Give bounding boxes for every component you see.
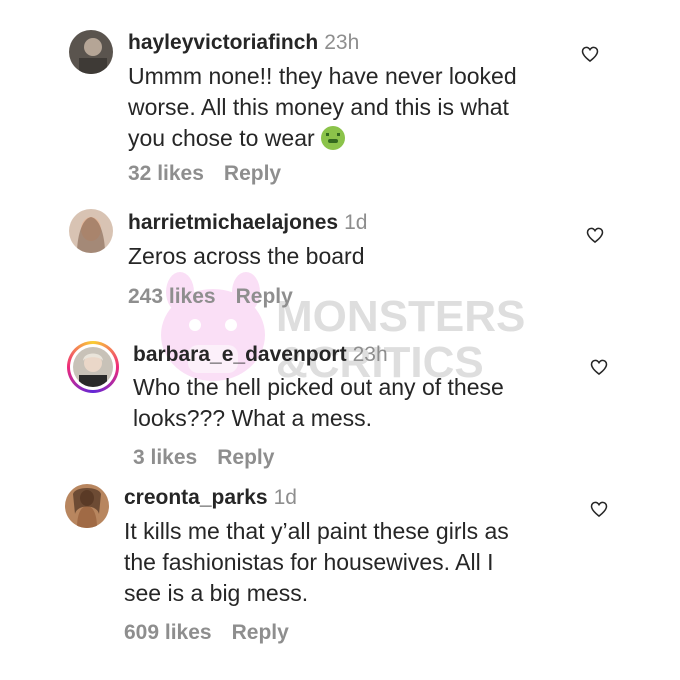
comment-meta: 3 likes Reply [133, 445, 274, 471]
timestamp: 1d [273, 486, 297, 509]
likes-count[interactable]: 3 likes [133, 446, 197, 469]
comment-line: Zeros across the board [128, 243, 365, 269]
comment-text: Ummm none!! they have never looked worse… [128, 61, 517, 154]
comment-text: Zeros across the board [128, 241, 365, 272]
likes-count[interactable]: 609 likes [124, 621, 212, 644]
comment-line: It kills me that y’all paint these girls… [124, 518, 509, 544]
username-link[interactable]: creonta_parks [124, 486, 268, 509]
reply-button[interactable]: Reply [236, 285, 293, 308]
comment-line: Ummm none!! they have never looked [128, 63, 517, 89]
timestamp: 1d [344, 211, 368, 234]
timestamp: 23h [324, 31, 360, 54]
avatar-photo [73, 347, 113, 387]
heart-outline-icon[interactable] [585, 225, 605, 245]
comment-meta: 32 likes Reply [128, 161, 281, 187]
avatar[interactable] [69, 30, 113, 74]
timestamp: 23h [352, 343, 388, 366]
avatar [73, 347, 113, 387]
avatar-photo [69, 209, 113, 253]
avatar[interactable] [69, 209, 113, 253]
heart-outline-icon[interactable] [589, 499, 609, 519]
reply-button[interactable]: Reply [217, 446, 274, 469]
comment-header: creonta_parks 1d [124, 485, 297, 511]
comment-line: worse. All this money and this is what [128, 94, 509, 120]
comment-text: Who the hell picked out any of these loo… [133, 372, 504, 434]
comment-line: Who the hell picked out any of these [133, 374, 504, 400]
avatar[interactable] [65, 484, 109, 528]
comment-meta: 609 likes Reply [124, 620, 289, 646]
heart-outline-icon[interactable] [580, 44, 600, 64]
avatar-photo [65, 484, 109, 528]
watermark-line1: MONSTERS [276, 292, 525, 341]
avatar-story-ring[interactable] [67, 341, 119, 393]
comment-line: see is a big mess. [124, 580, 309, 606]
username-link[interactable]: barbara_e_davenport [133, 343, 347, 366]
username-link[interactable]: harrietmichaelajones [128, 211, 338, 234]
likes-count[interactable]: 243 likes [128, 285, 216, 308]
comment-line: you chose to wear [128, 125, 315, 151]
comment-text: It kills me that y’all paint these girls… [124, 516, 509, 609]
comment-header: harrietmichaelajones 1d [128, 210, 367, 236]
username-link[interactable]: hayleyvictoriafinch [128, 31, 318, 54]
heart-outline-icon[interactable] [589, 357, 609, 377]
comment-line: the fashionistas for housewives. All I [124, 549, 494, 575]
likes-count[interactable]: 32 likes [128, 162, 204, 185]
comment-meta: 243 likes Reply [128, 284, 293, 310]
reply-button[interactable]: Reply [232, 621, 289, 644]
avatar-photo [69, 30, 113, 74]
comment-header: hayleyvictoriafinch 23h [128, 30, 359, 56]
nauseated-face-emoji-icon [320, 126, 345, 150]
comment-line: looks??? What a mess. [133, 405, 373, 431]
comment-header: barbara_e_davenport 23h [133, 342, 388, 368]
reply-button[interactable]: Reply [224, 162, 281, 185]
